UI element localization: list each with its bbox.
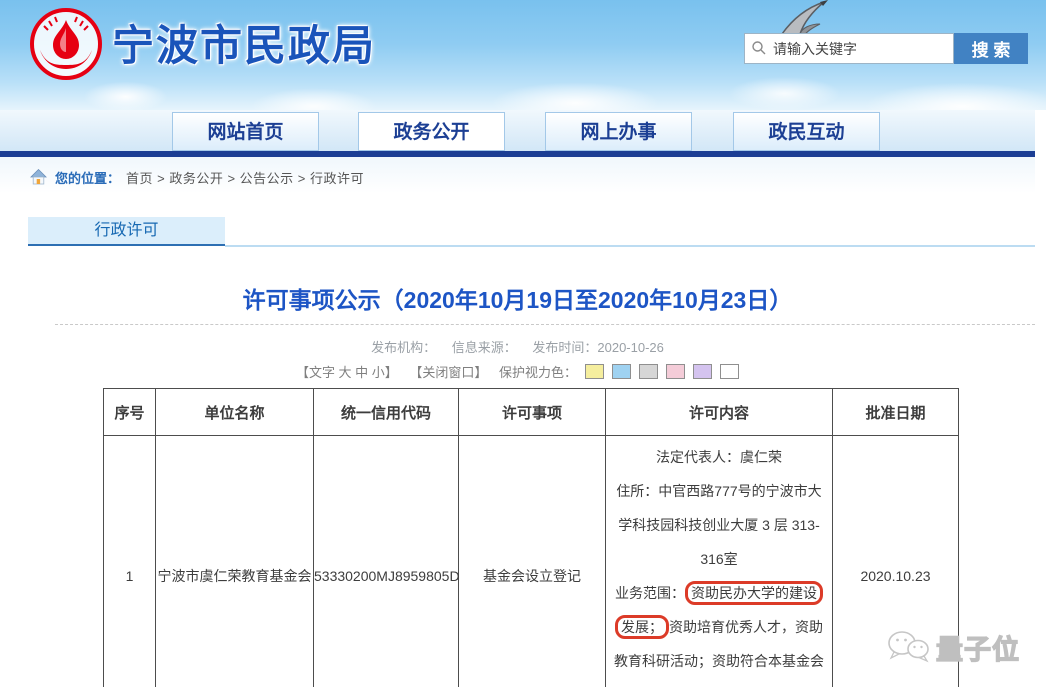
eye-color-swatch-yellow[interactable]	[585, 364, 605, 379]
section-tab-underline	[225, 245, 1035, 247]
col-header-index: 序号	[103, 388, 156, 436]
publish-date-label: 发布时间：	[532, 340, 598, 355]
font-size-control[interactable]: 【文字 大 中 小】	[296, 365, 398, 380]
breadcrumb: 您的位置： 首页 > 政务公开 > 公告公示 > 行政许可	[0, 157, 1035, 197]
col-header-credit-code: 统一信用代码	[313, 388, 459, 436]
col-header-permit-content: 许可内容	[605, 388, 833, 436]
cell-permit-item: 基金会设立登记	[458, 435, 606, 687]
eye-color-swatch-gray[interactable]	[639, 364, 659, 379]
article-meta: 发布机构： 信息来源： 发布时间：2020-10-26	[0, 337, 1035, 356]
legal-representative: 法定代表人：虞仁荣	[656, 449, 782, 465]
main-nav: 网站首页 政务公开 网上办事 政民互动	[0, 110, 1035, 151]
wechat-icon	[888, 631, 929, 663]
search-button[interactable]: 搜 索	[954, 33, 1028, 64]
col-header-approve-date: 批准日期	[832, 388, 959, 436]
search-input[interactable]	[744, 33, 954, 64]
permits-table: 序号 单位名称 统一信用代码 许可事项 许可内容 批准日期 1 宁波市虞仁荣教育…	[103, 388, 959, 687]
search-icon	[752, 41, 766, 55]
eye-color-swatch-blue[interactable]	[612, 364, 632, 379]
nav-tab-interaction[interactable]: 政民互动	[733, 112, 880, 151]
nav-tab-online-services[interactable]: 网上办事	[545, 112, 692, 151]
article-title: 许可事项公示（2020年10月19日至2020年10月23日）	[242, 287, 793, 313]
cell-index: 1	[103, 435, 156, 687]
col-header-permit-item: 许可事项	[458, 388, 606, 436]
section-tab-administrative-permit[interactable]: 行政许可	[28, 217, 225, 246]
eye-color-swatch-white[interactable]	[720, 364, 740, 379]
breadcrumb-path[interactable]: 首页 > 政务公开 > 公告公示 > 行政许可	[126, 168, 364, 187]
org-address: 住所：中官西路777号的宁波市大学科技园科技创业大厦 3 层 313-316室	[616, 483, 822, 567]
civil-affairs-logo-icon	[30, 8, 102, 80]
breadcrumb-label: 您的位置：	[55, 170, 121, 186]
eye-color-swatch-purple[interactable]	[693, 364, 713, 379]
site-banner: 宁波市民政局 搜 索	[0, 0, 1046, 116]
cell-org-name: 宁波市虞仁荣教育基金会	[155, 435, 314, 687]
nav-tab-gov-info[interactable]: 政务公开	[358, 112, 505, 151]
watermark-text: 量子位	[935, 634, 1020, 665]
site-title: 宁波市民政局	[112, 22, 377, 69]
home-icon	[30, 169, 47, 185]
col-header-org-name: 单位名称	[155, 388, 314, 436]
eye-color-swatch-pink[interactable]	[666, 364, 686, 379]
dashed-divider	[55, 324, 1035, 325]
business-scope: 业务范围： 资助民办大学的建设发展； 资助培育优秀人才，资助教育科研活动；资助符合本…	[613, 576, 825, 687]
eye-protect-label: 保护视力色：	[499, 365, 578, 380]
page: 宁波市民政局 搜 索 网站首页 政务公开 网上办事 政民互动	[0, 0, 1046, 687]
table-header-row: 序号 单位名称 统一信用代码 许可事项 许可内容 批准日期	[103, 388, 959, 436]
qbitai-watermark: 量子位	[884, 627, 1020, 667]
table-row: 1 宁波市虞仁荣教育基金会 53330200MJ8959805D 基金会设立登记…	[103, 435, 959, 687]
publisher-label: 发布机构：	[371, 340, 437, 355]
close-window-control[interactable]: 【关闭窗口】	[409, 365, 487, 380]
source-label: 信息来源：	[451, 340, 517, 355]
cell-credit-code: 53330200MJ8959805D	[313, 435, 460, 687]
cell-permit-content: 法定代表人：虞仁荣 住所：中官西路777号的宁波市大学科技园科技创业大厦 3 层…	[605, 435, 833, 687]
nav-tab-home[interactable]: 网站首页	[172, 112, 319, 151]
article-controls: 【文字 大 中 小】 【关闭窗口】 保护视力色：	[0, 362, 1035, 381]
publish-date: 2020-10-26	[597, 340, 664, 355]
search-box: 搜 索	[744, 33, 1028, 64]
